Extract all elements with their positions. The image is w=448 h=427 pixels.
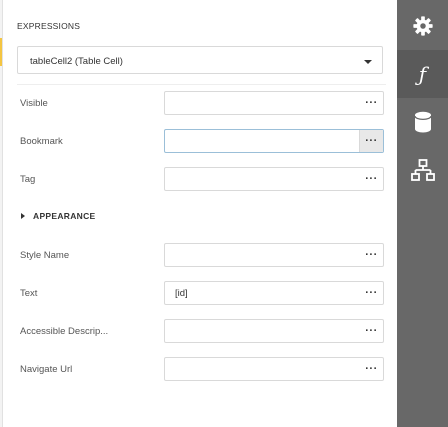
chevron-down-icon[interactable]	[364, 60, 372, 64]
style-name-label: Style Name	[20, 250, 70, 261]
navigate-url-label: Navigate Url	[20, 364, 73, 375]
accessible-description-label: Accessible Descrip...	[20, 326, 109, 337]
bookmark-field[interactable]: ···	[164, 129, 384, 153]
gear-icon	[412, 16, 433, 36]
component-selector-value: tableCell2 (Table Cell)	[30, 56, 123, 67]
tag-field[interactable]: ···	[164, 167, 384, 191]
expressions-tab[interactable]: ƒ	[397, 50, 448, 98]
section-title: EXPRESSIONS	[17, 21, 81, 31]
right-toolbar: ƒ	[397, 0, 448, 427]
navigate-url-ellipsis-button[interactable]: ···	[360, 358, 383, 380]
visible-label: Visible	[20, 98, 48, 109]
navigate-url-field[interactable]: ···	[164, 357, 384, 381]
divider	[17, 84, 386, 85]
database-icon	[413, 111, 432, 133]
properties-tab[interactable]	[397, 2, 448, 50]
text-label: Text	[20, 288, 38, 299]
text-field[interactable]: [id] ···	[164, 281, 384, 305]
text-ellipsis-button[interactable]: ···	[360, 282, 383, 304]
field-list-tab[interactable]	[397, 98, 448, 146]
accessible-description-ellipsis-button[interactable]: ···	[360, 320, 383, 342]
text-value: [id]	[175, 288, 188, 299]
properties-panel: EXPRESSIONS tableCell2 (Table Cell) Visi…	[3, 0, 397, 427]
style-name-ellipsis-button[interactable]: ···	[360, 244, 383, 266]
appearance-title: APPEARANCE	[33, 211, 96, 221]
style-name-field[interactable]: ···	[164, 243, 384, 267]
appearance-group-header[interactable]: APPEARANCE	[21, 211, 96, 221]
selection-marker	[0, 38, 2, 66]
bookmark-ellipsis-button[interactable]: ···	[359, 130, 383, 152]
report-explorer-tab[interactable]	[397, 146, 448, 194]
hierarchy-icon	[410, 159, 435, 181]
function-icon: ƒ	[418, 62, 427, 86]
visible-ellipsis-button[interactable]: ···	[360, 92, 383, 114]
tag-ellipsis-button[interactable]: ···	[360, 168, 383, 190]
component-selector[interactable]: tableCell2 (Table Cell)	[17, 46, 383, 74]
tag-label: Tag	[20, 174, 36, 185]
bookmark-label: Bookmark	[20, 136, 63, 147]
visible-field[interactable]: ···	[164, 91, 384, 115]
expand-arrow-icon	[21, 213, 25, 219]
accessible-description-field[interactable]: ···	[164, 319, 384, 343]
